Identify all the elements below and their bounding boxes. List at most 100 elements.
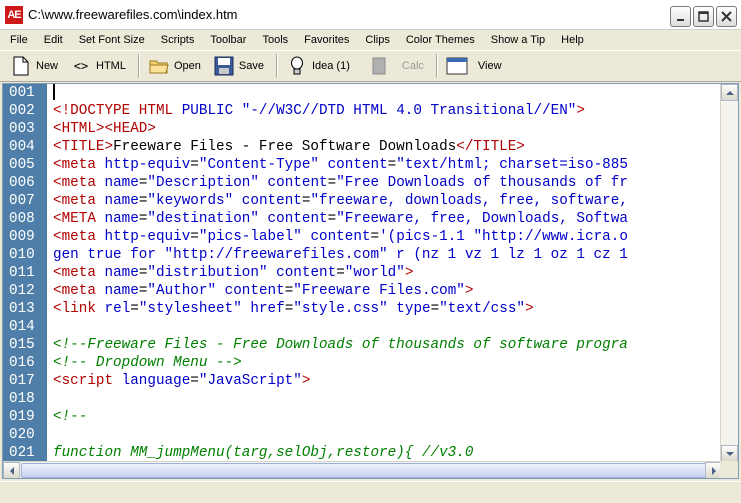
menu-set-font-size[interactable]: Set Font Size bbox=[71, 34, 153, 46]
code-line[interactable]: <HTML><HEAD> bbox=[47, 120, 720, 138]
code-line[interactable] bbox=[47, 390, 720, 408]
code-line[interactable]: <script language="JavaScript"> bbox=[47, 372, 720, 390]
code-line[interactable]: <meta name="keywords" content="freeware,… bbox=[47, 192, 720, 210]
code-token: > bbox=[576, 103, 585, 119]
close-button[interactable] bbox=[716, 6, 737, 27]
line-number: 003 bbox=[9, 121, 35, 137]
code-token: "distribution" bbox=[147, 265, 268, 281]
line-number: 005 bbox=[9, 157, 35, 173]
horizontal-scroll-thumb[interactable] bbox=[21, 463, 709, 478]
calc-button[interactable]: Calc bbox=[364, 53, 428, 79]
line-number: 015 bbox=[9, 337, 35, 353]
code-line[interactable]: gen true for "http://freewarefiles.com" … bbox=[47, 246, 720, 264]
app-logo-icon: AE bbox=[5, 5, 23, 24]
line-number: 018 bbox=[9, 391, 35, 407]
line-number: 011 bbox=[9, 265, 35, 281]
code-line[interactable]: <link rel="stylesheet" href="style.css" … bbox=[47, 300, 720, 318]
code-line[interactable] bbox=[47, 84, 720, 102]
scroll-down-button[interactable] bbox=[721, 445, 738, 462]
window-title: C:\www.freewarefiles.com\index.htm bbox=[28, 7, 238, 22]
code-line[interactable]: <meta name="Author" content="Freeware Fi… bbox=[47, 282, 720, 300]
close-icon bbox=[721, 11, 732, 22]
code-token: > bbox=[404, 265, 414, 281]
line-number: 019 bbox=[9, 409, 35, 425]
code-token: PUBLIC "-//W3C//DTD HTML 4.0 Transitiona… bbox=[173, 103, 577, 119]
code-token: = bbox=[284, 283, 294, 299]
menu-scripts[interactable]: Scripts bbox=[153, 34, 203, 46]
code-token: = bbox=[327, 211, 337, 227]
menu-show-a-tip[interactable]: Show a Tip bbox=[483, 34, 553, 46]
code-editor[interactable]: 001 002 003 004 005 006 007 008 009 010 011 012 013 0… bbox=[2, 83, 739, 479]
minimize-button[interactable] bbox=[670, 6, 691, 27]
code-token: href bbox=[250, 301, 285, 317]
line-number: 016 bbox=[9, 355, 35, 371]
code-line[interactable]: <meta name="distribution" content="world… bbox=[47, 264, 720, 282]
maximize-icon bbox=[698, 11, 709, 22]
line-number: 001 bbox=[9, 85, 35, 101]
toolbar-separator bbox=[435, 54, 438, 78]
menu-clips[interactable]: Clips bbox=[357, 34, 397, 46]
code-line[interactable]: function MM_jumpMenu(targ,selObj,restore… bbox=[47, 444, 720, 462]
code-token: HTML bbox=[138, 103, 174, 119]
code-line[interactable]: <!DOCTYPE HTML PUBLIC "-//W3C//DTD HTML … bbox=[47, 102, 720, 120]
menu-bar: File Edit Set Font Size Scripts Toolbar … bbox=[0, 30, 741, 49]
code-area[interactable]: <!DOCTYPE HTML PUBLIC "-//W3C//DTD HTML … bbox=[47, 84, 720, 478]
arrow-left-icon bbox=[9, 466, 14, 475]
code-line[interactable] bbox=[47, 426, 720, 444]
scroll-up-button[interactable] bbox=[721, 84, 738, 101]
open-button[interactable]: Open bbox=[144, 53, 205, 79]
code-line[interactable]: <meta http-equiv="pics-label" content='(… bbox=[47, 228, 720, 246]
code-token: "style.css" bbox=[293, 301, 388, 317]
line-number: 009 bbox=[9, 229, 35, 245]
code-line[interactable]: <TITLE>Freeware Files - Free Software Do… bbox=[47, 138, 720, 156]
code-line[interactable]: <META name="destination" content="Freewa… bbox=[47, 210, 720, 228]
code-line[interactable]: <!-- Dropdown Menu --> bbox=[47, 354, 720, 372]
menu-help[interactable]: Help bbox=[553, 34, 592, 46]
line-number: 014 bbox=[9, 319, 35, 335]
save-label: Save bbox=[238, 60, 264, 72]
code-token: > bbox=[464, 283, 474, 299]
menu-file[interactable]: File bbox=[0, 34, 36, 46]
code-token: <TITLE> bbox=[53, 139, 114, 155]
horizontal-scrollbar[interactable] bbox=[3, 461, 722, 478]
vertical-scrollbar[interactable] bbox=[720, 84, 738, 462]
menu-tools[interactable]: Tools bbox=[254, 34, 296, 46]
line-number: 021 bbox=[9, 445, 35, 461]
save-button[interactable]: Save bbox=[209, 53, 268, 79]
new-button[interactable]: New bbox=[6, 53, 62, 79]
code-token: content bbox=[276, 265, 337, 281]
code-token: '(pics-1.1 "http://www.icra.o bbox=[379, 229, 628, 245]
code-line[interactable]: <meta name="Description" content="Free D… bbox=[47, 174, 720, 192]
code-line[interactable]: <!--Freeware Files - Free Downloads of t… bbox=[47, 336, 720, 354]
open-folder-icon bbox=[148, 55, 170, 77]
maximize-button[interactable] bbox=[693, 6, 714, 27]
menu-toolbar[interactable]: Toolbar bbox=[202, 34, 254, 46]
code-token: "world" bbox=[344, 265, 405, 281]
code-line[interactable]: <!-- bbox=[47, 408, 720, 426]
line-number: 017 bbox=[9, 373, 35, 389]
html-button[interactable]: <> HTML bbox=[66, 53, 130, 79]
code-token: <!--Freeware Files - Free Downloads of t… bbox=[53, 337, 628, 353]
code-token: <meta bbox=[53, 265, 105, 281]
browser-view-icon bbox=[446, 55, 468, 77]
idea-button[interactable]: Idea (1) bbox=[282, 53, 354, 79]
code-token: content bbox=[310, 229, 371, 245]
view-button[interactable]: View bbox=[442, 53, 506, 79]
code-token: = bbox=[387, 157, 397, 173]
arrow-up-icon bbox=[725, 90, 734, 95]
open-label: Open bbox=[173, 60, 201, 72]
menu-edit[interactable]: Edit bbox=[36, 34, 71, 46]
code-line[interactable] bbox=[47, 318, 720, 336]
code-token: <meta bbox=[53, 157, 105, 173]
code-token: <meta bbox=[53, 229, 105, 245]
arrow-down-icon bbox=[725, 451, 734, 456]
menu-favorites[interactable]: Favorites bbox=[296, 34, 357, 46]
code-line[interactable]: <meta http-equiv="Content-Type" content=… bbox=[47, 156, 720, 174]
code-token: name bbox=[104, 193, 139, 209]
menu-color-themes[interactable]: Color Themes bbox=[398, 34, 483, 46]
calculator-icon bbox=[368, 55, 390, 77]
scroll-left-button[interactable] bbox=[3, 462, 20, 478]
